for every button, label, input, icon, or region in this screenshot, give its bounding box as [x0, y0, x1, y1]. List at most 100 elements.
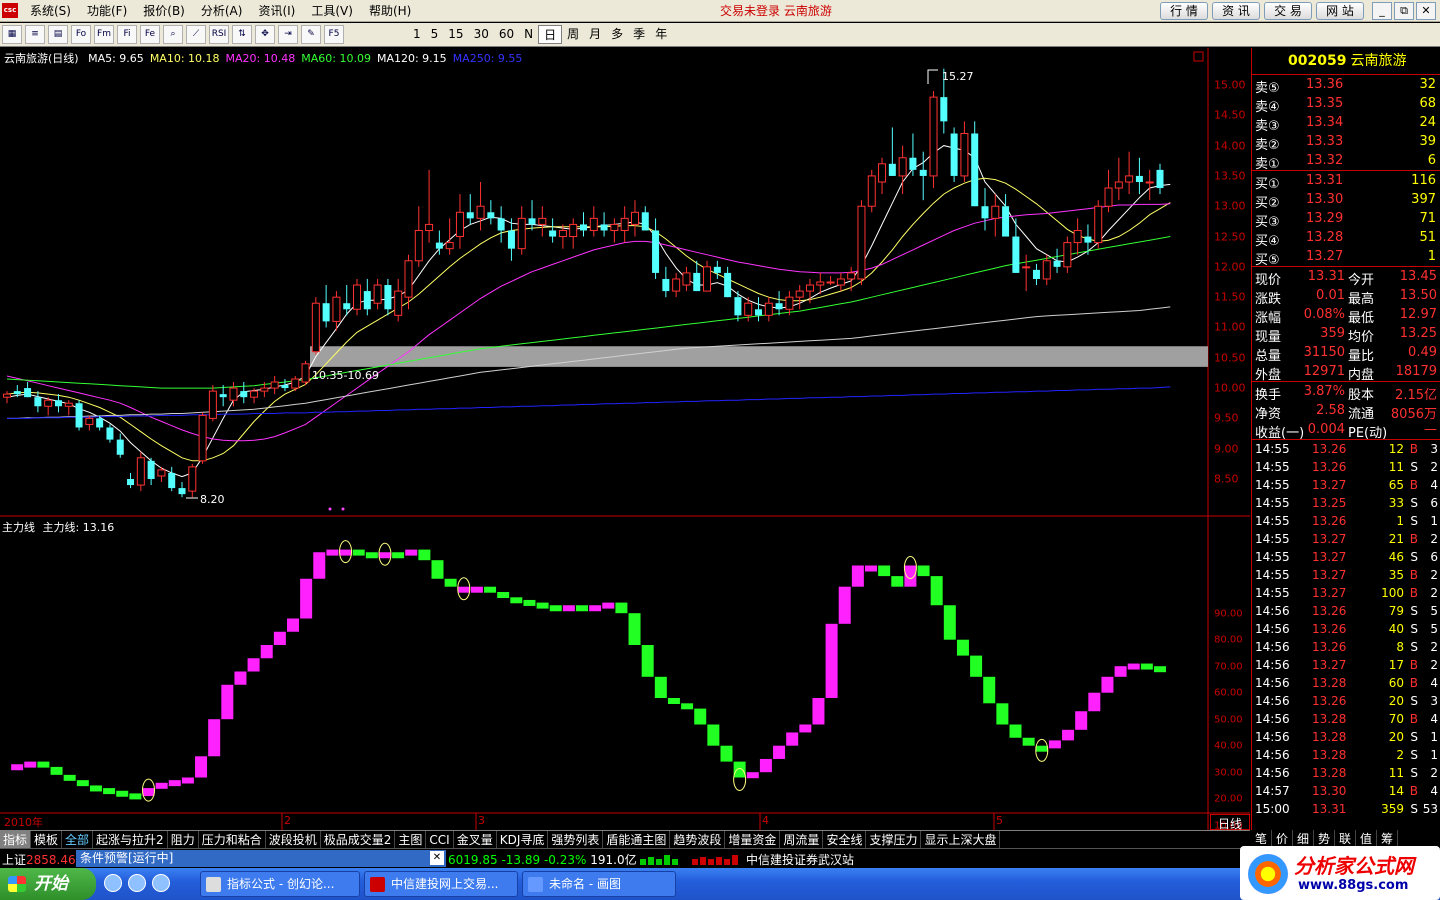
indicator-tab[interactable]: 全部 — [62, 831, 94, 848]
period-button[interactable]: 季 — [628, 25, 650, 44]
indicator-tab[interactable]: 安全线 — [823, 831, 867, 848]
close-icon[interactable]: ✕ — [1416, 2, 1436, 20]
period-button[interactable]: 年 — [650, 25, 672, 44]
media-icon[interactable] — [128, 874, 146, 892]
tick-volume: 100 — [1381, 586, 1404, 600]
tool-icon[interactable]: ▤ — [48, 25, 68, 44]
indicator-tab[interactable]: 支撑压力 — [866, 831, 922, 848]
indicator-tab[interactable]: 压力和粘合 — [199, 831, 266, 848]
period-button[interactable]: 5 — [426, 25, 444, 44]
menu-item[interactable]: 帮助(H) — [361, 0, 419, 22]
indicator-tab[interactable]: 增量资金 — [725, 831, 781, 848]
indicator-tab[interactable]: 趋势波段 — [670, 831, 726, 848]
task-indicator-formula[interactable]: 指标公式 - 创幻论... — [200, 871, 360, 897]
indicator-tab[interactable]: 周流量 — [780, 831, 824, 848]
bids-row[interactable]: 买① 13.31 116 — [1252, 171, 1440, 192]
menu-item[interactable]: 功能(F) — [79, 0, 135, 22]
period-button[interactable]: 多 — [606, 25, 628, 44]
tool-icon[interactable]: Fi — [117, 25, 137, 44]
tool-icon[interactable]: F5 — [324, 25, 344, 44]
tick-volume: 65 — [1388, 478, 1404, 492]
indicator-tab[interactable]: 阻力 — [168, 831, 199, 848]
bids-row[interactable]: 买⑤ 13.27 1 — [1252, 247, 1440, 268]
menu-bar: csc 系统(S) 功能(F) 报价(B) 分析(A) 资讯(I) 工具(V) 帮助(H) … — [0, 0, 1440, 22]
indicator-tab[interactable]: CCI — [426, 831, 454, 848]
period-label[interactable]: 日线 — [1210, 814, 1250, 831]
tool-icon[interactable]: Fe — [140, 25, 160, 44]
period-button[interactable]: 月 — [584, 25, 606, 44]
period-button[interactable]: 周 — [562, 25, 584, 44]
flower-icon — [1248, 854, 1288, 894]
bids-row[interactable]: 买② 13.30 397 — [1252, 190, 1440, 211]
indicator-tab[interactable]: 强势列表 — [548, 831, 604, 848]
tick-row: 14:56 13.26 20 S 3 — [1252, 692, 1440, 710]
menu-item[interactable]: 报价(B) — [135, 0, 193, 22]
tick-price: 13.27 — [1312, 568, 1347, 582]
asks-row[interactable]: 卖③ 13.34 24 — [1252, 113, 1440, 134]
tool-icon[interactable]: ✥ — [255, 25, 275, 44]
indicator-tab[interactable]: 指标 — [0, 831, 32, 848]
nav-button[interactable]: 资 讯 — [1212, 2, 1260, 20]
asks-row[interactable]: 卖④ 13.35 68 — [1252, 94, 1440, 115]
menu-item[interactable]: 资讯(I) — [250, 0, 303, 22]
period-button[interactable]: N — [519, 25, 538, 44]
asks-row[interactable]: 卖② 13.33 39 — [1252, 132, 1440, 153]
menu-item[interactable]: 分析(A) — [193, 0, 251, 22]
bids-row[interactable]: 买③ 13.29 71 — [1252, 209, 1440, 230]
period-button[interactable]: 日 — [538, 25, 563, 44]
nav-button[interactable]: 网 站 — [1316, 2, 1364, 20]
indicator-tab[interactable]: 显示上深大盘 — [921, 831, 1001, 848]
task-paint[interactable]: 未命名 - 画图 — [522, 871, 676, 897]
indicator-tab[interactable]: 金叉量 — [454, 831, 497, 848]
bids-price: 13.30 — [1306, 192, 1344, 207]
indicator-tab[interactable]: 主图 — [395, 831, 427, 848]
minimize-icon[interactable]: _ — [1372, 2, 1392, 20]
indicator-tab[interactable]: 盾能通主图 — [603, 831, 671, 848]
tool-icon[interactable]: ✎ — [301, 25, 321, 44]
indicator-tab[interactable]: 起涨与拉升2 — [93, 831, 168, 848]
tool-icon[interactable]: Fo — [71, 25, 91, 44]
tool-icon[interactable]: RSI — [209, 25, 229, 44]
close-icon[interactable]: ✕ — [430, 851, 444, 865]
indicator-tick: 70.00 — [1214, 661, 1243, 672]
nav-button[interactable]: 交 易 — [1264, 2, 1312, 20]
indicator-tab[interactable]: 模板 — [31, 831, 63, 848]
indicator-tab[interactable]: 波段投机 — [266, 831, 321, 848]
alert-bar[interactable]: 条件预警[运行中] ✕ — [76, 850, 446, 867]
tool-icon[interactable]: ⇥ — [278, 25, 298, 44]
period-button[interactable]: 1 — [408, 25, 426, 44]
player-icon[interactable] — [152, 874, 170, 892]
start-button[interactable]: 开始 — [0, 868, 96, 900]
tick-row: 14:55 13.27 46 S 6 — [1252, 548, 1440, 566]
fundamentals-row: 换手 3.87% 股本 2.15亿 — [1252, 382, 1440, 403]
period-button[interactable]: 30 — [469, 25, 494, 44]
tool-icon[interactable]: ⇅ — [232, 25, 252, 44]
asks-row[interactable]: 卖⑤ 13.36 32 — [1252, 75, 1440, 96]
period-button[interactable]: 60 — [494, 25, 519, 44]
period-button[interactable]: 15 — [443, 25, 468, 44]
tick-row: 14:56 13.27 17 B 2 — [1252, 656, 1440, 674]
menu-item[interactable]: 工具(V) — [303, 0, 361, 22]
tool-icon[interactable]: ▦ — [2, 25, 22, 44]
ie-icon[interactable] — [104, 874, 122, 892]
restore-icon[interactable]: ⧉ — [1394, 2, 1414, 20]
tick-side: B — [1409, 658, 1418, 672]
indicator-bar — [681, 703, 694, 710]
asks-row[interactable]: 卖① 13.32 6 — [1252, 151, 1440, 172]
tool-icon[interactable]: Fm — [94, 25, 114, 44]
tool-icon[interactable]: ⟋ — [186, 25, 206, 44]
task-trading[interactable]: 中信建投网上交易... — [364, 871, 518, 897]
tick-price: 13.26 — [1312, 694, 1347, 708]
tool-icon[interactable]: ≡ — [25, 25, 45, 44]
quotes-value: 13.45 — [1399, 269, 1437, 284]
indicator-bar — [786, 732, 799, 746]
indicator-tab[interactable]: KDJ寻底 — [497, 831, 549, 848]
tick-side: B — [1409, 568, 1418, 582]
tick-time: 14:56 — [1255, 730, 1290, 744]
tool-icon[interactable]: ⌕ — [163, 25, 183, 44]
indicator-tab[interactable]: 极品成交量2 — [321, 831, 396, 848]
bids-row[interactable]: 买④ 13.28 51 — [1252, 228, 1440, 249]
menu-item[interactable]: 系统(S) — [22, 0, 79, 22]
window-controls: _ ⧉ ✕ — [1372, 2, 1436, 20]
nav-button[interactable]: 行 情 — [1160, 2, 1208, 20]
